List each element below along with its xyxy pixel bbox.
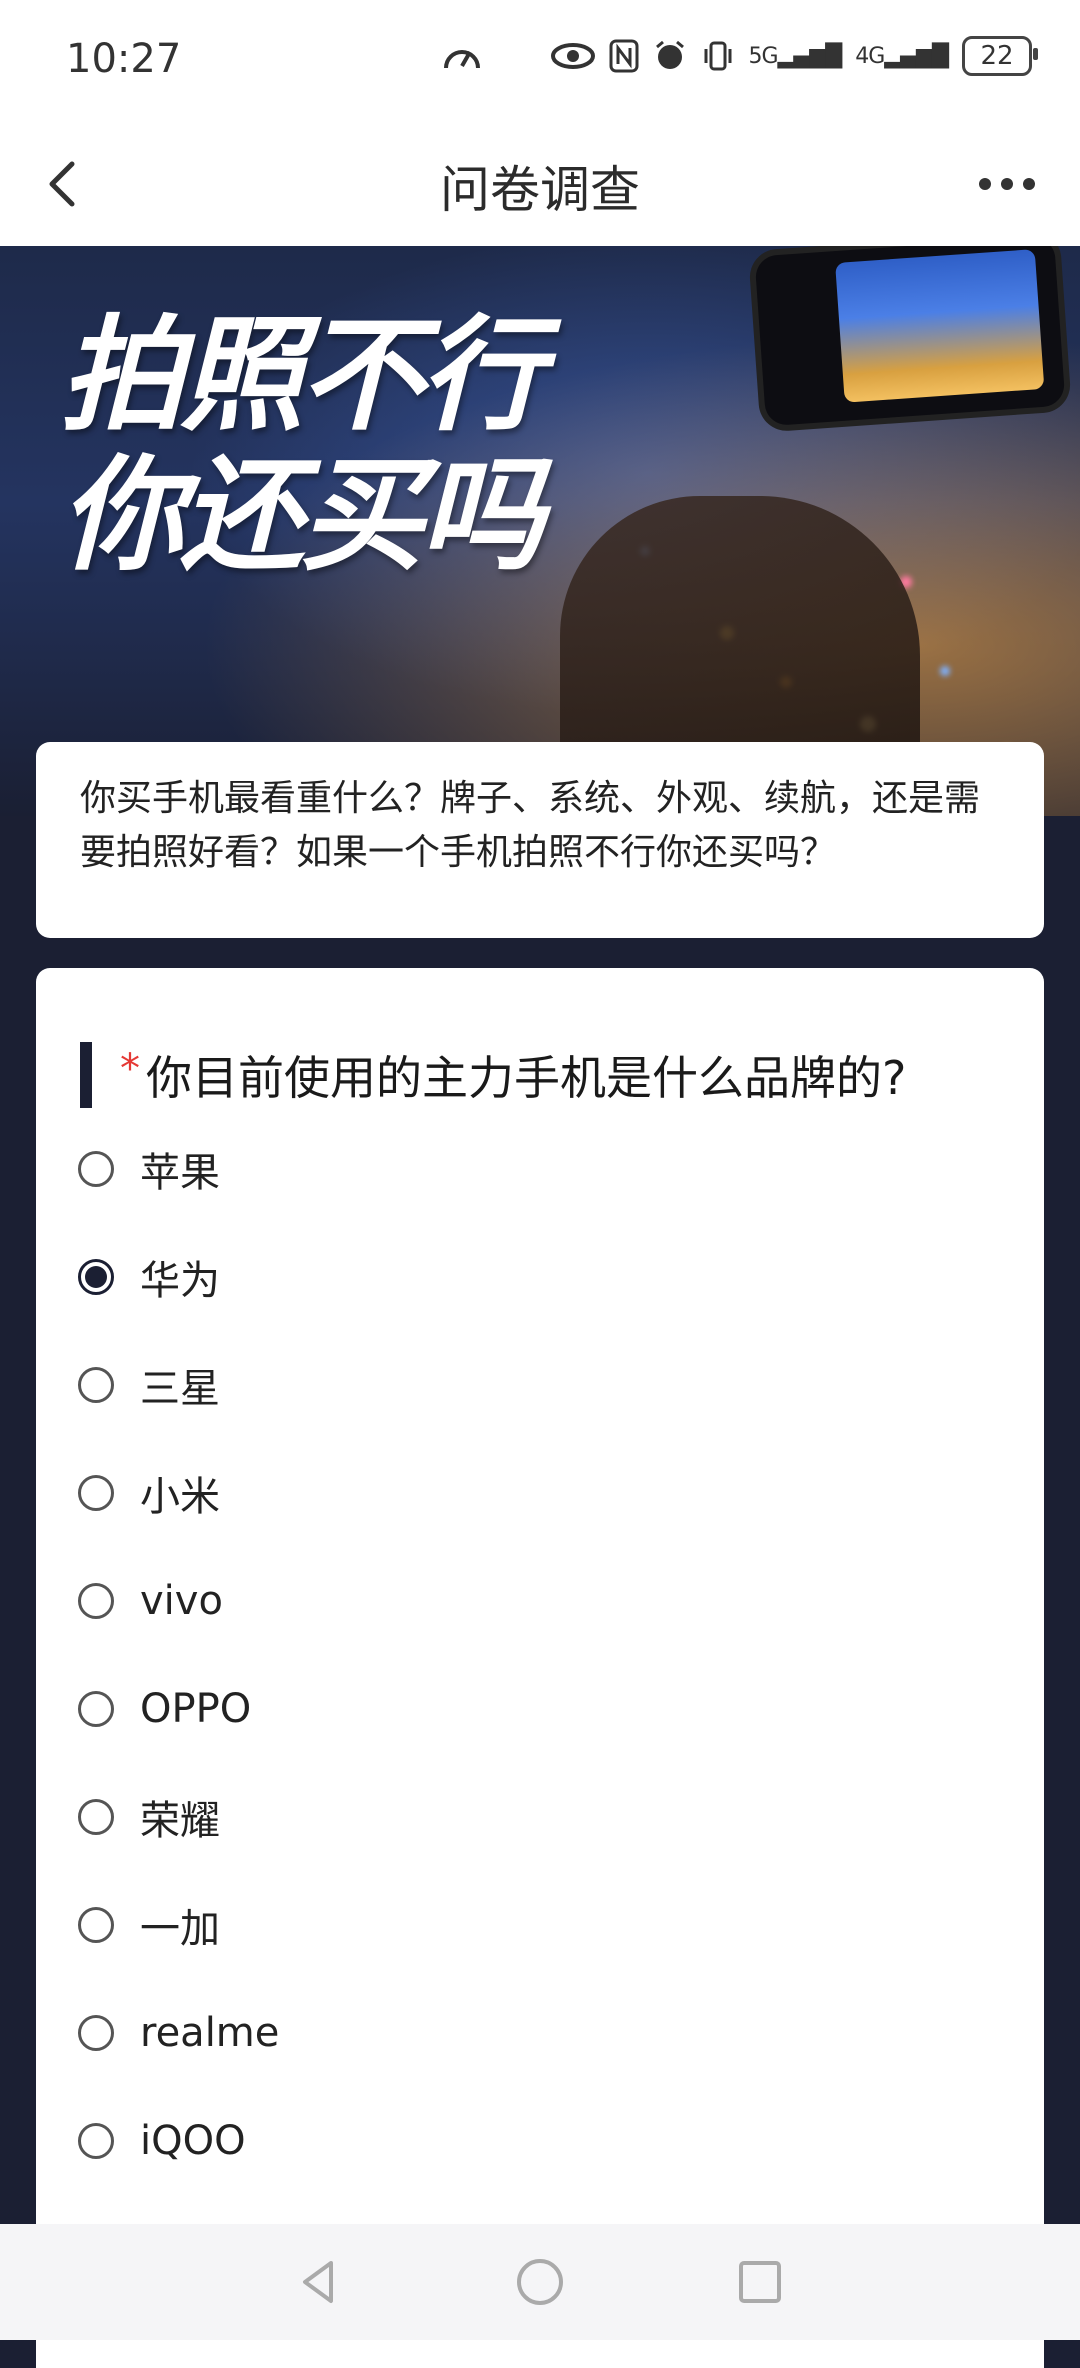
- radio-button[interactable]: [78, 2015, 114, 2051]
- option-label: 一加: [140, 1906, 220, 1952]
- battery-icon: 22: [962, 36, 1038, 76]
- radio-button-checked[interactable]: [78, 1259, 114, 1295]
- option-label: 三星: [140, 1366, 220, 1412]
- option-iqoo[interactable]: iQOO: [78, 2104, 998, 2178]
- option-honor[interactable]: 荣耀: [78, 1780, 998, 1854]
- radio-button[interactable]: [78, 1367, 114, 1403]
- option-vivo[interactable]: vivo: [78, 1564, 998, 1638]
- option-label: 华为: [140, 1258, 220, 1304]
- option-label: 苹果: [140, 1150, 220, 1196]
- intro-text: 你买手机最看重什么？牌子、系统、外观、续航，还是需要拍照好看？如果一个手机拍照不…: [80, 778, 981, 873]
- more-options-button[interactable]: [962, 152, 1052, 216]
- nav-recents-button[interactable]: [720, 2242, 800, 2322]
- option-label: vivo: [140, 1578, 223, 1624]
- option-label: realme: [140, 2010, 280, 2056]
- option-label: iQOO: [140, 2118, 246, 2164]
- option-samsung[interactable]: 三星: [78, 1348, 998, 1422]
- system-nav-bar: [0, 2224, 1080, 2340]
- signal-5g-icon: 5G▂▄▆█: [748, 43, 843, 69]
- status-bar: 10:27 5G▂▄▆█ 4G▂▄▆█ 22: [0, 0, 1080, 122]
- speedometer-icon: [440, 36, 484, 85]
- radio-button[interactable]: [78, 1583, 114, 1619]
- page-title: 问卷调查: [440, 161, 640, 219]
- required-mark: *: [120, 1046, 140, 1092]
- option-label: 小米: [140, 1474, 220, 1520]
- intro-card: 你买手机最看重什么？牌子、系统、外观、续航，还是需要拍照好看？如果一个手机拍照不…: [36, 742, 1044, 938]
- status-icons: 5G▂▄▆█ 4G▂▄▆█ 22: [550, 36, 1038, 76]
- option-xiaomi[interactable]: 小米: [78, 1456, 998, 1530]
- radio-button[interactable]: [78, 1151, 114, 1187]
- app-header: 问卷调查: [0, 122, 1080, 246]
- alarm-icon: [655, 40, 684, 69]
- status-time: 10:27: [66, 36, 182, 82]
- option-label: OPPO: [140, 1686, 252, 1732]
- vibrate-icon: [704, 41, 732, 71]
- option-oneplus[interactable]: 一加: [78, 1888, 998, 1962]
- question-title: 你目前使用的主力手机是什么品牌的?: [146, 1051, 907, 1105]
- more-dot-icon: [1023, 178, 1035, 190]
- nav-home-button[interactable]: [500, 2242, 580, 2322]
- question-accent-bar: [80, 1042, 92, 1108]
- question-card: * 你目前使用的主力手机是什么品牌的? 苹果 华为 三星 小米 vivo OPP…: [36, 968, 1044, 2368]
- option-oppo[interactable]: OPPO: [78, 1672, 998, 1746]
- radio-button[interactable]: [78, 2123, 114, 2159]
- signal-4g-icon: 4G▂▄▆█: [855, 43, 949, 69]
- option-label: 荣耀: [140, 1798, 220, 1844]
- nfc-icon: [609, 39, 639, 73]
- nav-back-button[interactable]: [280, 2242, 360, 2322]
- option-huawei[interactable]: 华为: [78, 1240, 998, 1314]
- radio-button[interactable]: [78, 1907, 114, 1943]
- back-triangle-icon: [303, 2261, 333, 2303]
- hero-banner: 拍照不行 你还买吗: [0, 246, 1080, 816]
- eye-icon: [550, 43, 595, 69]
- phone-image: [754, 246, 1066, 427]
- radio-button[interactable]: [78, 1475, 114, 1511]
- hero-title: 拍照不行 你还买吗: [60, 304, 544, 588]
- recents-square-icon: [739, 2261, 781, 2303]
- radio-button[interactable]: [78, 1691, 114, 1727]
- option-realme[interactable]: realme: [78, 1996, 998, 2070]
- radio-button[interactable]: [78, 1799, 114, 1835]
- more-dot-icon: [1001, 178, 1013, 190]
- more-dot-icon: [979, 178, 991, 190]
- home-circle-icon: [517, 2259, 563, 2305]
- option-apple[interactable]: 苹果: [78, 1132, 998, 1206]
